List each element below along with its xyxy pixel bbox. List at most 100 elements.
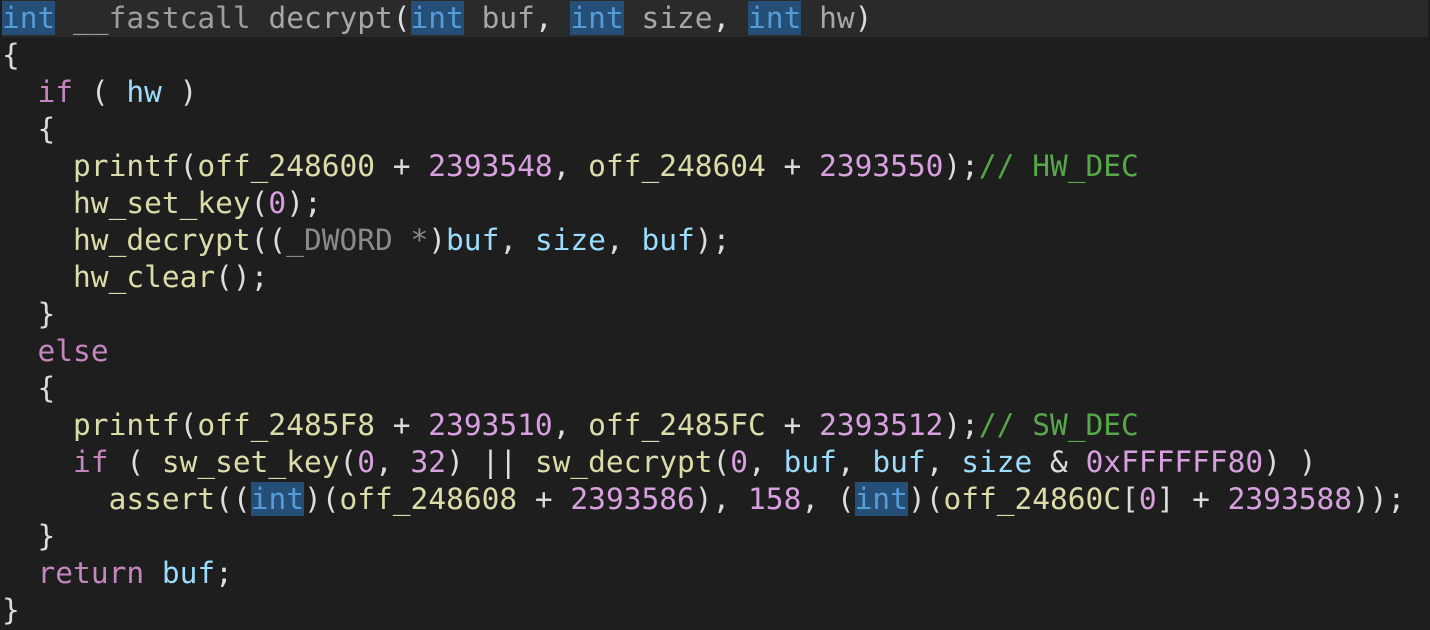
code-token-punct[interactable]: ); xyxy=(943,149,979,183)
code-token-fn[interactable]: sw_set_key xyxy=(162,445,340,479)
code-token-punct[interactable]: + xyxy=(375,149,428,183)
code-token-fn[interactable]: off_2485F8 xyxy=(197,408,375,442)
code-token-punct[interactable]: ) xyxy=(855,1,873,35)
code-token-punct[interactable]: + xyxy=(517,482,570,516)
code-token-fn-dim[interactable]: decrypt xyxy=(268,1,392,35)
code-token-kw-dim[interactable]: __fastcall xyxy=(55,1,268,35)
code-token-punct[interactable]: ); xyxy=(943,408,979,442)
code-token-num[interactable]: 158 xyxy=(748,482,801,516)
code-token-var[interactable]: buf xyxy=(784,445,837,479)
code-token-num[interactable]: 2393588 xyxy=(1228,482,1352,516)
code-line[interactable]: } xyxy=(2,592,1428,629)
code-token-plain[interactable] xyxy=(2,75,38,109)
code-line[interactable]: printf(off_2485F8 + 2393510, off_2485FC … xyxy=(2,407,1428,444)
code-token-punct[interactable]: { xyxy=(2,371,56,405)
code-token-kw-ctrl[interactable]: if xyxy=(73,445,109,479)
code-token-kw-type[interactable]: int xyxy=(854,482,908,516)
code-token-punct[interactable]: , xyxy=(499,223,535,257)
code-token-punct[interactable]: + xyxy=(766,149,819,183)
code-token-num[interactable]: 2393510 xyxy=(428,408,552,442)
code-token-var[interactable]: size xyxy=(961,445,1032,479)
code-token-plain[interactable] xyxy=(2,334,38,368)
code-token-punct[interactable]: , xyxy=(606,223,642,257)
code-token-fn[interactable]: hw_clear xyxy=(73,260,215,294)
code-token-plain[interactable] xyxy=(2,260,73,294)
code-token-kw-type[interactable]: int xyxy=(250,482,304,516)
code-token-punct[interactable]: + xyxy=(766,408,819,442)
code-token-punct[interactable]: , xyxy=(837,445,873,479)
code-line[interactable]: else xyxy=(2,333,1428,370)
code-token-fn[interactable]: hw_set_key xyxy=(73,186,251,220)
code-token-var[interactable]: size xyxy=(535,223,606,257)
code-token-punct[interactable]: ); xyxy=(286,186,322,220)
code-token-fn[interactable]: off_248608 xyxy=(340,482,518,516)
code-line[interactable]: { xyxy=(2,37,1428,74)
code-token-punct[interactable]: ), xyxy=(695,482,748,516)
code-token-punct[interactable]: ) ) xyxy=(1263,445,1316,479)
code-token-punct[interactable]: } xyxy=(2,593,20,627)
code-line[interactable]: if ( sw_set_key(0, 32) || sw_decrypt(0, … xyxy=(2,444,1428,481)
code-token-punct[interactable]: ( xyxy=(180,408,198,442)
code-token-punct[interactable]: , xyxy=(713,1,749,35)
code-line[interactable]: int __fastcall decrypt(int buf, int size… xyxy=(2,0,1428,37)
code-token-num[interactable]: 0 xyxy=(730,445,748,479)
code-token-punct[interactable]: ); xyxy=(695,223,731,257)
code-token-punct[interactable]: } xyxy=(2,519,56,553)
code-token-fn[interactable]: off_248600 xyxy=(197,149,375,183)
code-line[interactable]: { xyxy=(2,370,1428,407)
code-token-punct[interactable]: [ xyxy=(1121,482,1139,516)
code-token-punct[interactable]: { xyxy=(2,112,56,146)
code-token-num[interactable]: 2393512 xyxy=(819,408,943,442)
code-token-fn-dim[interactable]: hw xyxy=(801,1,855,35)
code-token-fn[interactable]: assert xyxy=(109,482,216,516)
code-token-fn[interactable]: off_2485FC xyxy=(588,408,766,442)
code-token-punct[interactable]: ( xyxy=(109,445,162,479)
code-token-punct[interactable]: ( xyxy=(339,445,357,479)
code-token-plain[interactable] xyxy=(2,223,73,257)
code-token-num[interactable]: 0xFFFFFF80 xyxy=(1086,445,1264,479)
code-line[interactable]: assert((int)(off_248608 + 2393586), 158,… xyxy=(2,481,1428,518)
code-token-punct[interactable]: , xyxy=(375,445,411,479)
code-line[interactable]: { xyxy=(2,111,1428,148)
code-token-fn-dim[interactable]: size xyxy=(624,1,712,35)
code-token-kw-ctrl[interactable]: return xyxy=(38,556,145,590)
code-token-punct[interactable]: , xyxy=(553,408,589,442)
code-token-punct[interactable]: , ( xyxy=(801,482,854,516)
code-token-punct[interactable]: (); xyxy=(215,260,268,294)
code-line[interactable]: hw_set_key(0); xyxy=(2,185,1428,222)
code-token-num[interactable]: 0 xyxy=(357,445,375,479)
code-token-punct[interactable]: ; xyxy=(215,556,233,590)
code-token-comment[interactable]: // SW_DEC xyxy=(979,408,1139,442)
code-line[interactable]: return buf; xyxy=(2,555,1428,592)
code-token-punct[interactable]: { xyxy=(2,38,20,72)
code-line[interactable]: hw_clear(); xyxy=(2,259,1428,296)
code-token-kw-type[interactable]: int xyxy=(748,1,802,35)
code-line[interactable]: hw_decrypt((_DWORD *)buf, size, buf); xyxy=(2,222,1428,259)
code-token-punct[interactable]: , xyxy=(926,445,962,479)
code-token-plain[interactable] xyxy=(2,408,73,442)
code-token-punct[interactable]: , xyxy=(748,445,784,479)
code-token-var[interactable]: hw xyxy=(126,75,162,109)
code-token-fn[interactable]: sw_decrypt xyxy=(535,445,713,479)
code-token-fn[interactable]: printf xyxy=(73,408,180,442)
code-token-punct[interactable]: } xyxy=(2,297,56,331)
code-token-var[interactable]: buf xyxy=(446,223,499,257)
code-token-fn[interactable]: off_248604 xyxy=(588,149,766,183)
code-token-num[interactable]: 32 xyxy=(411,445,447,479)
code-token-punct[interactable]: ( xyxy=(393,1,411,35)
code-token-fn[interactable]: hw_decrypt xyxy=(73,223,251,257)
code-token-punct[interactable]: ( xyxy=(713,445,731,479)
code-line[interactable]: printf(off_248600 + 2393548, off_248604 … xyxy=(2,148,1428,185)
code-token-fn[interactable]: off_24860C xyxy=(943,482,1121,516)
code-editor[interactable]: int __fastcall decrypt(int buf, int size… xyxy=(2,0,1428,630)
code-token-num[interactable]: 2393548 xyxy=(428,149,552,183)
code-token-comment[interactable]: // HW_DEC xyxy=(979,149,1139,183)
code-token-kw-type[interactable]: int xyxy=(410,1,464,35)
code-token-var[interactable]: buf xyxy=(162,556,215,590)
code-token-punct[interactable]: ( xyxy=(180,149,198,183)
code-token-num[interactable]: 0 xyxy=(1139,482,1157,516)
code-token-punct[interactable]: (( xyxy=(215,482,251,516)
code-token-plain[interactable] xyxy=(144,556,162,590)
code-token-punct[interactable]: )); xyxy=(1352,482,1405,516)
code-token-plain[interactable] xyxy=(2,482,109,516)
